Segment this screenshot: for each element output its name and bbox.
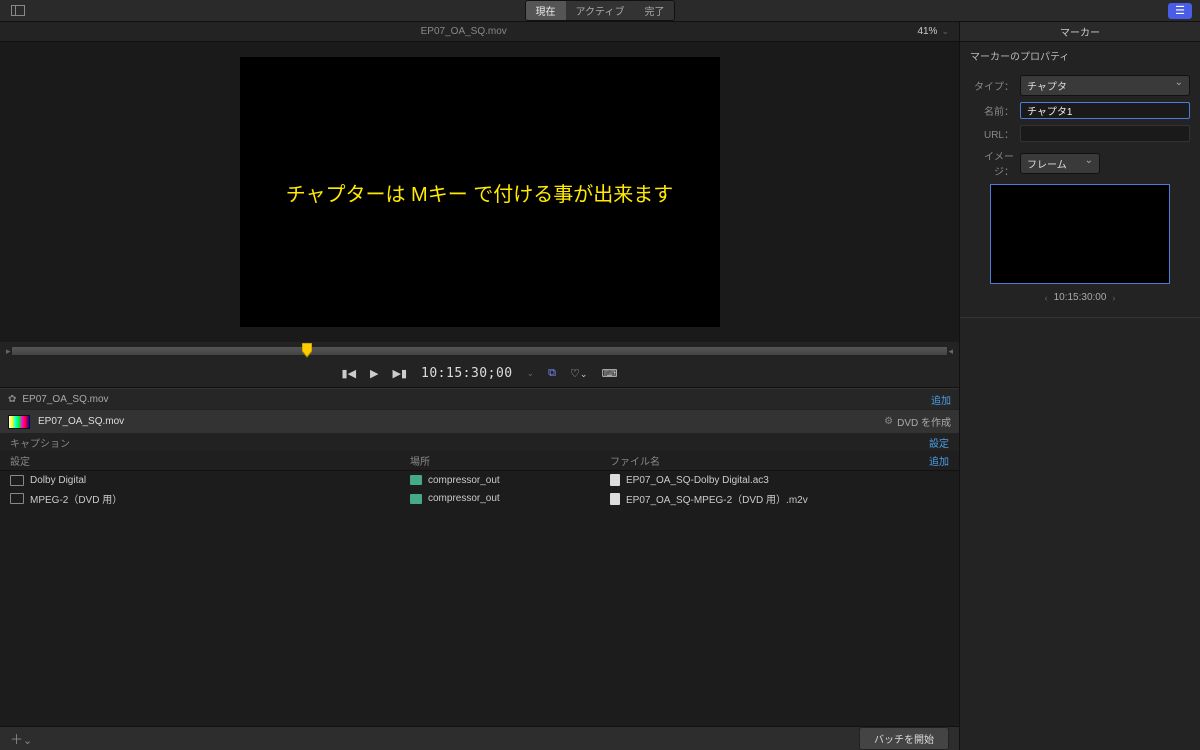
- col-filename: ファイル名: [610, 453, 909, 468]
- batch-pane: ✿ EP07_OA_SQ.mov 追加 EP07_OA_SQ.mov ⚙DVD …: [0, 388, 959, 726]
- marker-thumbnail: [990, 184, 1170, 284]
- setting-name: Dolby Digital: [30, 475, 86, 486]
- table-row[interactable]: Dolby Digital compressor_out EP07_OA_SQ-…: [0, 471, 959, 489]
- add-icon[interactable]: ＋⌄: [10, 729, 32, 748]
- tab-done[interactable]: 完了: [634, 1, 674, 20]
- top-toolbar: 現在 アクティブ 完了 ☰: [0, 0, 1200, 22]
- tab-active[interactable]: アクティブ: [566, 1, 635, 20]
- batch-header: ✿ EP07_OA_SQ.mov 追加: [0, 389, 959, 409]
- prev-button[interactable]: ▮◀: [342, 367, 357, 380]
- preview-header: EP07_OA_SQ.mov 41%⌄: [0, 22, 959, 42]
- file-icon: [610, 493, 620, 505]
- preset-icon: [10, 475, 24, 486]
- zoom-control[interactable]: 41%⌄: [917, 26, 949, 37]
- view-tabs[interactable]: 現在 アクティブ 完了: [525, 0, 676, 21]
- marker-icon[interactable]: ♡⌄: [570, 367, 588, 380]
- col-setting: 設定: [10, 453, 410, 468]
- chevron-down-icon[interactable]: ⌄: [527, 368, 535, 379]
- gear-icon: ⚙: [884, 416, 893, 427]
- chevron-right-icon[interactable]: ›: [1112, 293, 1115, 303]
- caption-icon[interactable]: ⌨: [602, 367, 618, 380]
- url-label: URL：: [970, 126, 1014, 141]
- inspector-pane: マーカー マーカーのプロパティ タイプ： チャプタ 名前： URL： イメージ：…: [960, 22, 1200, 750]
- transport-bar: ▮◀ ▶ ▶▮ 10:15:30;00 ⌄ ⧉ ♡⌄ ⌨: [0, 360, 959, 388]
- tab-current[interactable]: 現在: [526, 1, 566, 20]
- timeline-end-icon: ◂: [948, 346, 953, 357]
- preview-viewport[interactable]: チャプターは Mキー で付ける事が出来ます: [0, 42, 959, 342]
- job-name: EP07_OA_SQ.mov: [38, 416, 876, 427]
- caption-label: キャプション: [10, 435, 70, 450]
- job-thumbnail: [8, 415, 30, 429]
- inspector-section-heading: マーカーのプロパティ: [960, 42, 1200, 69]
- job-action[interactable]: ⚙DVD を作成: [884, 414, 951, 429]
- inspector-title: マーカー: [960, 22, 1200, 42]
- marker-image-select[interactable]: フレーム: [1020, 153, 1100, 174]
- inspector-toggle-icon[interactable]: ☰: [1168, 3, 1192, 19]
- name-label: 名前：: [970, 103, 1014, 118]
- bottom-bar: ＋⌄ バッチを開始: [0, 726, 959, 750]
- play-button[interactable]: ▶: [370, 367, 378, 380]
- output-filename: EP07_OA_SQ-Dolby Digital.ac3: [626, 475, 769, 486]
- chevron-down-icon: ⌄: [941, 26, 949, 37]
- marker-timecode-value: 10:15:30:00: [1054, 292, 1107, 303]
- setting-name: MPEG-2（DVD 用）: [30, 491, 122, 506]
- gear-icon: ✿: [8, 394, 16, 405]
- folder-icon: [410, 475, 422, 485]
- folder-icon: [410, 494, 422, 504]
- batch-title: EP07_OA_SQ.mov: [22, 394, 108, 405]
- start-batch-button[interactable]: バッチを開始: [859, 727, 949, 750]
- timecode-display[interactable]: 10:15:30;00: [421, 366, 513, 381]
- output-table-head: 設定 場所 ファイル名 追加: [0, 451, 959, 471]
- location-name: compressor_out: [428, 475, 500, 486]
- caption-row: キャプション 設定: [0, 433, 959, 451]
- chevron-left-icon[interactable]: ‹: [1045, 293, 1048, 303]
- marker-name-input[interactable]: [1020, 102, 1190, 119]
- marker-type-select[interactable]: チャプタ: [1020, 75, 1190, 96]
- file-icon: [610, 474, 620, 486]
- preset-icon: [10, 493, 24, 504]
- marker-url-input[interactable]: [1020, 125, 1190, 142]
- preview-filename: EP07_OA_SQ.mov: [10, 26, 917, 37]
- job-row[interactable]: EP07_OA_SQ.mov ⚙DVD を作成: [0, 409, 959, 433]
- location-name: compressor_out: [428, 493, 500, 504]
- add-job-link[interactable]: 追加: [931, 392, 951, 407]
- sidebar-toggle-icon[interactable]: [8, 3, 28, 19]
- caption-settings-link[interactable]: 設定: [929, 435, 949, 450]
- add-output-link[interactable]: 追加: [909, 453, 949, 468]
- image-label: イメージ：: [970, 148, 1014, 178]
- table-row[interactable]: MPEG-2（DVD 用） compressor_out EP07_OA_SQ-…: [0, 489, 959, 507]
- compare-icon[interactable]: ⧉: [548, 367, 556, 380]
- video-frame: チャプターは Mキー で付ける事が出来ます: [240, 57, 720, 327]
- output-filename: EP07_OA_SQ-MPEG-2（DVD 用）.m2v: [626, 491, 808, 506]
- type-label: タイプ：: [970, 78, 1014, 93]
- col-location: 場所: [410, 453, 610, 468]
- marker-timecode[interactable]: ‹ 10:15:30:00 ›: [970, 288, 1190, 307]
- next-button[interactable]: ▶▮: [393, 367, 408, 380]
- timeline-track[interactable]: [11, 346, 949, 356]
- timeline[interactable]: ▸ ◂: [0, 342, 959, 360]
- subtitle-overlay: チャプターは Mキー で付ける事が出来ます: [286, 178, 674, 207]
- chapter-marker-icon[interactable]: [302, 343, 312, 359]
